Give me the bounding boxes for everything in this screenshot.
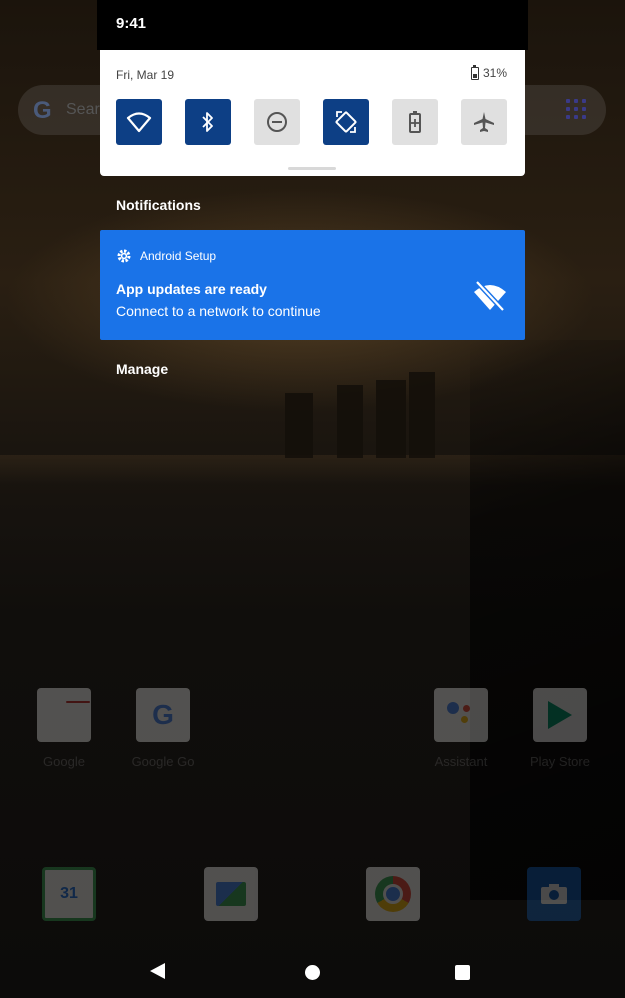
notification-title: App updates are ready bbox=[116, 281, 267, 297]
wifi-icon bbox=[126, 112, 152, 133]
tile-do-not-disturb[interactable] bbox=[254, 99, 300, 145]
app-play-store: Play Store bbox=[522, 688, 598, 769]
back-button[interactable] bbox=[150, 963, 165, 979]
wifi-off-icon bbox=[474, 280, 506, 312]
dock-calendar: 31 bbox=[42, 867, 96, 921]
bluetooth-icon bbox=[202, 112, 213, 132]
battery-icon bbox=[470, 64, 479, 80]
tile-auto-rotate[interactable] bbox=[323, 99, 369, 145]
qs-tiles bbox=[116, 99, 508, 145]
dock-files bbox=[204, 867, 258, 921]
tile-battery-saver[interactable] bbox=[392, 99, 438, 145]
tile-airplane-mode[interactable] bbox=[461, 99, 507, 145]
qs-date[interactable]: Fri, Mar 19 bbox=[116, 68, 174, 82]
tile-wifi[interactable] bbox=[116, 99, 162, 145]
google-folder-icon bbox=[37, 688, 91, 742]
notification-card[interactable]: Android Setup App updates are ready Conn… bbox=[100, 230, 525, 340]
battery-percent: 31% bbox=[482, 66, 507, 80]
quick-settings-panel: Fri, Mar 19 31% bbox=[100, 50, 525, 176]
google-go-icon: G bbox=[136, 688, 190, 742]
google-logo-icon: G bbox=[33, 97, 52, 124]
files-icon bbox=[204, 867, 258, 921]
dock-chrome bbox=[366, 867, 420, 921]
app-label: Google Go bbox=[131, 754, 195, 769]
notification-app-row: Android Setup bbox=[116, 248, 216, 264]
app-label: Play Store bbox=[530, 754, 590, 769]
recents-button[interactable] bbox=[455, 965, 470, 980]
tile-bluetooth[interactable] bbox=[185, 99, 231, 145]
wallpaper-building bbox=[376, 380, 406, 458]
app-label: Google bbox=[43, 754, 85, 769]
qs-battery: 31% bbox=[470, 64, 507, 80]
airplane-icon bbox=[474, 112, 494, 132]
app-assistant: Assistant bbox=[423, 688, 499, 769]
battery-saver-icon bbox=[409, 111, 421, 133]
notification-body: Connect to a network to continue bbox=[116, 303, 321, 319]
search-hint: Sear bbox=[66, 101, 100, 118]
app-google-folder: Google bbox=[26, 688, 102, 769]
app-drawer-icon bbox=[566, 99, 586, 119]
assistant-icon bbox=[434, 688, 488, 742]
wallpaper-building bbox=[285, 393, 313, 458]
chrome-icon bbox=[366, 867, 420, 921]
gear-icon bbox=[117, 249, 131, 263]
notification-app-name: Android Setup bbox=[140, 249, 217, 263]
wallpaper-pier bbox=[470, 340, 625, 900]
dock-camera bbox=[527, 867, 581, 921]
rotate-icon bbox=[335, 111, 357, 133]
status-bar bbox=[97, 0, 528, 50]
calendar-icon: 31 bbox=[42, 867, 96, 921]
play-store-icon bbox=[533, 688, 587, 742]
camera-icon bbox=[527, 867, 581, 921]
notifications-header: Notifications bbox=[116, 197, 201, 213]
home-button[interactable] bbox=[305, 965, 320, 980]
status-clock: 9:41 bbox=[116, 15, 147, 32]
app-label: Assistant bbox=[434, 754, 488, 769]
wallpaper-building bbox=[337, 385, 363, 458]
qs-expand-handle[interactable] bbox=[288, 167, 336, 170]
manage-notifications-button[interactable]: Manage bbox=[116, 361, 168, 377]
dnd-icon bbox=[267, 112, 287, 132]
wallpaper-building bbox=[409, 372, 435, 458]
app-google-go: G Google Go bbox=[125, 688, 201, 769]
